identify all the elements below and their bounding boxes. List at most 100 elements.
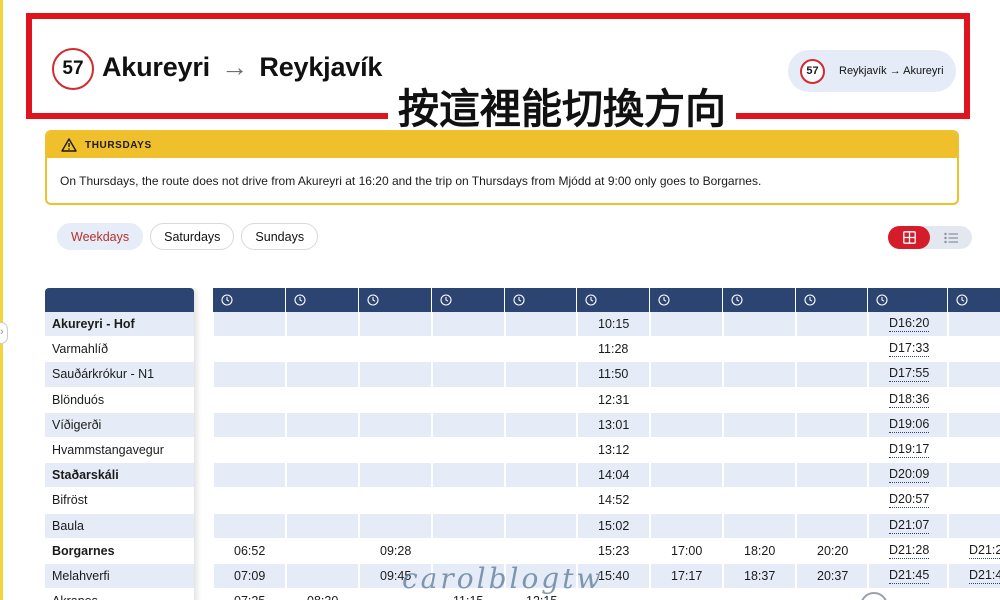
time-value: D21:28 (889, 542, 930, 559)
departure-time[interactable]: 06:52 (213, 538, 285, 564)
trip-column-header[interactable] (286, 288, 358, 312)
departure-time[interactable]: 07:09 (213, 563, 285, 590)
departure-time[interactable]: D21:45 (868, 563, 947, 590)
departure-time[interactable]: D17:55 (868, 362, 947, 388)
departure-time[interactable]: 14:04 (577, 463, 649, 489)
trip-column-header[interactable] (359, 288, 431, 312)
time-value: D19:06 (889, 416, 930, 433)
departure-time[interactable]: D20:09 (868, 463, 947, 489)
departure-time (723, 337, 795, 363)
time-value: 10:15 (598, 317, 630, 332)
departure-time[interactable]: D16:20 (868, 312, 947, 338)
departure-time (650, 362, 722, 388)
departure-time[interactable]: 20:20 (796, 538, 867, 564)
left-accent-bar (0, 0, 3, 600)
departure-time (948, 513, 1000, 539)
departure-time (723, 412, 795, 438)
time-value: 11:28 (598, 342, 629, 357)
switch-direction-button[interactable]: 57 Reykjavík → Akureyri (788, 50, 956, 92)
departure-time[interactable]: 13:01 (577, 412, 649, 438)
departure-time[interactable]: 09:28 (359, 538, 431, 564)
trip-column-header[interactable] (213, 288, 285, 312)
stop-column: Akureyri - Hof Varmahlíð Sauðárkrókur - N1… (45, 288, 194, 600)
time-value: 18:37 (744, 568, 776, 583)
stop-name: Sauðárkrókur - N1 (52, 367, 155, 382)
trip-column-header[interactable] (650, 288, 722, 312)
departure-time[interactable]: 08:30 (286, 589, 358, 600)
time-value: 07:25 (234, 594, 265, 600)
side-drawer-handle[interactable]: › (0, 322, 8, 344)
departure-time[interactable]: 17:17 (650, 563, 722, 590)
trip-column: D21:2 D21:4 (948, 288, 1000, 600)
stop-name: Bifröst (52, 493, 88, 508)
stop-row: Hvammstangavegur (45, 437, 194, 464)
time-value: 20:20 (817, 543, 849, 558)
departure-time[interactable]: D20:57 (868, 488, 947, 514)
departure-time[interactable]: D21:28 (868, 538, 947, 564)
departure-time[interactable]: D21:4 (948, 563, 1000, 590)
departure-time[interactable]: D21:2 (948, 538, 1000, 564)
departure-time[interactable]: 20:37 (796, 563, 867, 590)
stop-name: Varmahlíð (52, 342, 109, 357)
time-value: 14:04 (598, 468, 630, 483)
departure-time (432, 312, 504, 338)
departure-time[interactable]: 10:15 (577, 312, 649, 338)
grid-view-button[interactable] (888, 226, 930, 249)
time-value: 13:12 (598, 443, 630, 458)
tab-sundays[interactable]: Sundays (241, 223, 319, 250)
time-value: 11:50 (598, 367, 629, 382)
departure-time[interactable]: 14:52 (577, 488, 649, 514)
trip-column: 06:52 07:09 07:25 (213, 288, 285, 600)
departure-time[interactable]: 18:20 (723, 538, 795, 564)
trip-column: 12:15 (505, 288, 576, 600)
departure-time[interactable]: 07:25 (213, 589, 285, 600)
departure-time (213, 362, 285, 388)
departure-time[interactable]: D19:06 (868, 412, 947, 438)
departure-time (650, 463, 722, 489)
trip-column-header[interactable] (723, 288, 795, 312)
departure-time (505, 513, 576, 539)
trip-column-header[interactable] (868, 288, 947, 312)
departure-time[interactable]: 13:12 (577, 437, 649, 464)
stop-name: Akranes (45, 594, 98, 600)
tab-weekdays[interactable]: Weekdays (57, 223, 144, 250)
departure-time (948, 412, 1000, 438)
departure-time (650, 337, 722, 363)
departure-time[interactable]: 11:28 (577, 337, 649, 363)
departure-time[interactable]: D18:36 (868, 387, 947, 413)
stop-name: Víðigerði (52, 417, 102, 432)
notice-title: THURSDAYS (85, 139, 152, 151)
trip-column: 18:20 18:37 (723, 288, 795, 600)
clock-icon (658, 294, 670, 306)
departure-time (650, 488, 722, 514)
departure-time (286, 437, 358, 464)
timetable: Akureyri - Hof Varmahlíð Sauðárkrókur - N1… (45, 288, 1000, 600)
trip-column-header[interactable] (796, 288, 867, 312)
departure-time (286, 337, 358, 363)
departure-time[interactable]: D17:33 (868, 337, 947, 363)
departure-time[interactable]: 11:50 (577, 362, 649, 388)
departure-time[interactable]: 18:37 (723, 563, 795, 590)
trip-column: D16:20 D17:33 D17:55 D18:36 D19:06 D19:17 D20:… (868, 288, 947, 600)
departure-time[interactable]: 12:31 (577, 387, 649, 413)
trip-column-header[interactable] (432, 288, 504, 312)
time-value: 11:15 (453, 594, 483, 600)
departure-time[interactable]: D21:07 (868, 513, 947, 539)
tab-saturdays[interactable]: Saturdays (150, 223, 235, 250)
trip-column-header[interactable] (505, 288, 576, 312)
departure-time[interactable]: 15:02 (577, 513, 649, 539)
clock-icon (804, 294, 816, 306)
stop-row: Borgarnes (45, 538, 194, 564)
departure-time[interactable]: D19:17 (868, 437, 947, 464)
departure-time (213, 412, 285, 438)
departure-time[interactable]: 15:23 (577, 538, 649, 564)
timetable-page: › 57 Akureyri → Reykjavík 57 Reykjavík →… (0, 0, 1000, 600)
departure-time[interactable]: 17:00 (650, 538, 722, 564)
trip-column-header[interactable] (948, 288, 1000, 312)
list-view-button[interactable] (930, 226, 972, 249)
departure-time (505, 488, 576, 514)
departure-time (723, 362, 795, 388)
trip-column-header[interactable] (577, 288, 649, 312)
stop-row: Sauðárkrókur - N1 (45, 362, 194, 388)
time-value: 13:01 (598, 417, 630, 432)
